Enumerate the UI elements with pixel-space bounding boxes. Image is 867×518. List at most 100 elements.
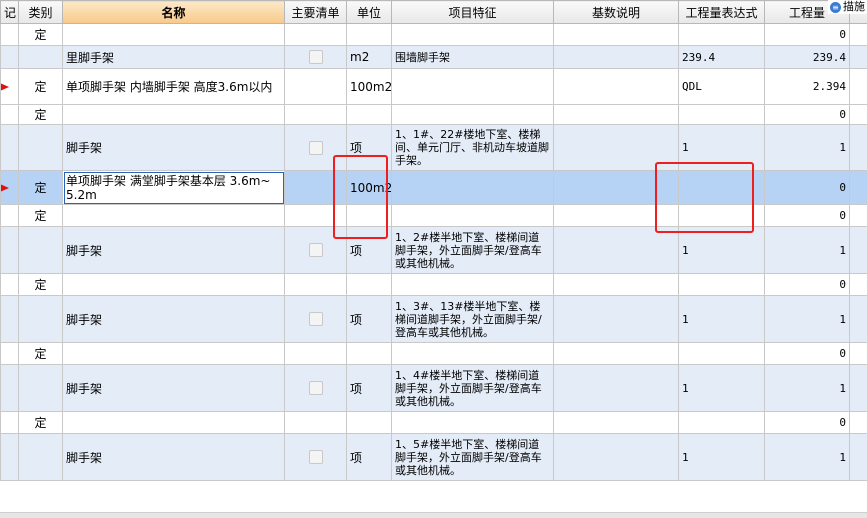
main-list-cell[interactable]: [284, 68, 347, 105]
name-cell[interactable]: [62, 104, 285, 125]
base-cell[interactable]: [553, 342, 679, 365]
qty-cell[interactable]: 2.394: [764, 68, 850, 105]
unit-cell[interactable]: [346, 104, 392, 125]
col-header-type[interactable]: 类别: [18, 0, 63, 24]
mark-cell[interactable]: [0, 68, 19, 105]
table-row[interactable]: 定单项脚手架 内墙脚手架 高度3.6m以内 100m2 QDL 2.394: [0, 68, 867, 105]
qty-cell[interactable]: 0: [764, 204, 850, 227]
col-header-base[interactable]: 基数说明: [553, 0, 679, 24]
expr-cell[interactable]: [678, 411, 765, 434]
feature-cell[interactable]: 1、4#楼半地下室、楼梯间道脚手架，外立面脚手架/登高车或其他机械。: [391, 364, 554, 412]
unit-cell[interactable]: [346, 23, 392, 46]
main-list-checkbox[interactable]: [308, 140, 323, 155]
type-cell[interactable]: 定: [18, 342, 63, 365]
expr-cell[interactable]: [678, 170, 765, 205]
base-cell[interactable]: [553, 104, 679, 125]
qty-cell[interactable]: 0: [764, 273, 850, 296]
type-cell[interactable]: 定: [18, 23, 63, 46]
expr-cell[interactable]: 239.4: [678, 45, 765, 69]
mark-cell[interactable]: [0, 104, 19, 125]
unit-cell[interactable]: 项: [346, 433, 392, 481]
expr-cell[interactable]: [678, 204, 765, 227]
col-header-unit[interactable]: 单位: [346, 0, 392, 24]
qty-cell[interactable]: 0: [764, 104, 850, 125]
feature-cell[interactable]: [391, 104, 554, 125]
name-cell[interactable]: 单项脚手架 内墙脚手架 高度3.6m以内: [62, 68, 285, 105]
main-list-checkbox[interactable]: [308, 243, 323, 258]
unit-cell[interactable]: 100m2: [346, 68, 392, 105]
type-cell[interactable]: [18, 364, 63, 412]
col-header-main[interactable]: 主要清单: [284, 0, 347, 24]
qty-cell[interactable]: 0: [764, 170, 850, 205]
name-cell[interactable]: 单项脚手架 满堂脚手架基本层 3.6m~5.2m: [62, 170, 285, 205]
expr-cell[interactable]: 1: [678, 226, 765, 274]
table-row[interactable]: 脚手架 项 1、1#、22#楼地下室、楼梯间、单元门厅、非机动车坡道脚手架。 1 1: [0, 124, 867, 171]
base-cell[interactable]: [553, 23, 679, 46]
main-list-cell[interactable]: [284, 273, 347, 296]
col-header-feature[interactable]: 项目特征: [391, 0, 554, 24]
qty-cell[interactable]: 1: [764, 295, 850, 343]
base-cell[interactable]: [553, 273, 679, 296]
mark-cell[interactable]: [0, 204, 19, 227]
base-cell[interactable]: [553, 204, 679, 227]
main-list-cell[interactable]: [284, 411, 347, 434]
main-list-checkbox[interactable]: [308, 50, 323, 65]
expr-cell[interactable]: 1: [678, 124, 765, 171]
main-list-cell[interactable]: [284, 104, 347, 125]
qty-cell[interactable]: 239.4: [764, 45, 850, 69]
table-row[interactable]: 定0: [0, 23, 867, 46]
feature-cell[interactable]: [391, 170, 554, 205]
expr-cell[interactable]: [678, 342, 765, 365]
mark-cell[interactable]: [0, 273, 19, 296]
type-cell[interactable]: [18, 124, 63, 171]
mark-cell[interactable]: [0, 124, 19, 171]
base-cell[interactable]: [553, 226, 679, 274]
table-row[interactable]: 脚手架 项 1、5#楼半地下室、楼梯间道脚手架，外立面脚手架/登高车或其他机械。 1 1: [0, 433, 867, 481]
mark-cell[interactable]: [0, 170, 19, 205]
unit-cell[interactable]: 项: [346, 226, 392, 274]
type-cell[interactable]: 定: [18, 273, 63, 296]
main-list-cell[interactable]: [284, 204, 347, 227]
expr-cell[interactable]: 1: [678, 295, 765, 343]
unit-cell[interactable]: [346, 204, 392, 227]
main-list-checkbox[interactable]: [308, 450, 323, 465]
expr-cell[interactable]: 1: [678, 433, 765, 481]
base-cell[interactable]: [553, 45, 679, 69]
type-cell[interactable]: 定: [18, 411, 63, 434]
mark-cell[interactable]: [0, 23, 19, 46]
name-cell[interactable]: 里脚手架: [62, 45, 285, 69]
type-cell[interactable]: 定: [18, 68, 63, 105]
table-row[interactable]: 里脚手架 m2 围墙脚手架 239.4 239.4: [0, 45, 867, 69]
base-cell[interactable]: [553, 411, 679, 434]
col-header-name[interactable]: 名称: [62, 0, 285, 24]
qty-cell[interactable]: 1: [764, 226, 850, 274]
col-header-expr[interactable]: 工程量表达式: [678, 0, 765, 24]
feature-cell[interactable]: [391, 68, 554, 105]
base-cell[interactable]: [553, 364, 679, 412]
qty-cell[interactable]: 0: [764, 342, 850, 365]
main-list-cell[interactable]: [284, 23, 347, 46]
type-cell[interactable]: [18, 45, 63, 69]
name-cell[interactable]: 脚手架: [62, 226, 285, 274]
measures-button[interactable]: ≡ 描施: [828, 0, 867, 14]
main-list-cell[interactable]: [284, 433, 347, 481]
feature-cell[interactable]: [391, 204, 554, 227]
base-cell[interactable]: [553, 433, 679, 481]
feature-cell[interactable]: [391, 342, 554, 365]
table-row[interactable]: 脚手架 项 1、4#楼半地下室、楼梯间道脚手架，外立面脚手架/登高车或其他机械。 1 1: [0, 364, 867, 412]
table-row[interactable]: 定0: [0, 411, 867, 434]
main-list-checkbox[interactable]: [308, 312, 323, 327]
base-cell[interactable]: [553, 295, 679, 343]
type-cell[interactable]: [18, 226, 63, 274]
main-list-cell[interactable]: [284, 124, 347, 171]
main-list-cell[interactable]: [284, 342, 347, 365]
type-cell[interactable]: [18, 433, 63, 481]
feature-cell[interactable]: 1、1#、22#楼地下室、楼梯间、单元门厅、非机动车坡道脚手架。: [391, 124, 554, 171]
col-header-mark[interactable]: 记: [0, 0, 19, 24]
name-cell[interactable]: [62, 411, 285, 434]
feature-cell[interactable]: [391, 23, 554, 46]
name-cell[interactable]: [62, 204, 285, 227]
base-cell[interactable]: [553, 124, 679, 171]
expr-cell[interactable]: 1: [678, 364, 765, 412]
unit-cell[interactable]: m2: [346, 45, 392, 69]
